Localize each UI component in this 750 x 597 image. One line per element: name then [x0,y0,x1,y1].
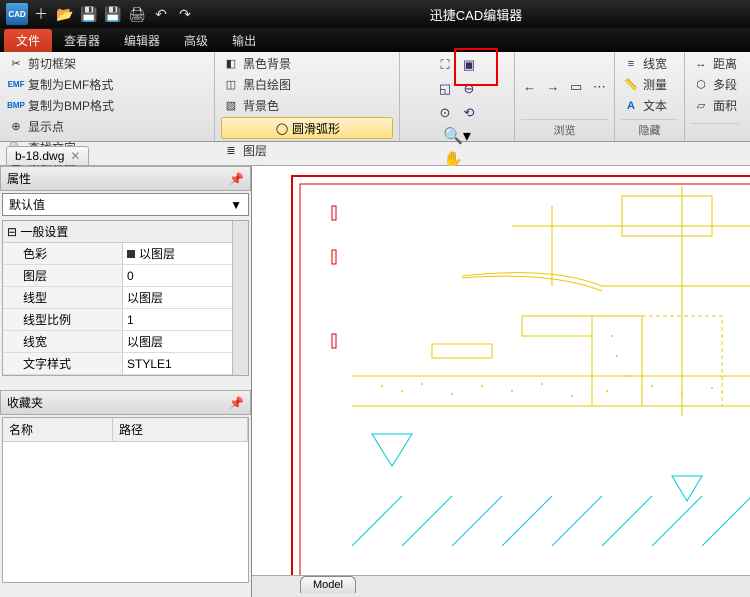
open-icon[interactable]: 📂 [54,3,76,25]
crop-frame-button[interactable]: ✂剪切框架 [6,54,208,73]
tab-viewer[interactable]: 查看器 [52,29,112,52]
poly-icon: ⬡ [693,77,709,93]
zoom-prev-icon[interactable]: ⟲ [458,102,480,124]
measure-icon: 📏 [623,77,639,93]
favorites-table: 名称 路径 [2,417,249,583]
chevron-down-icon: ▼ [230,198,242,212]
bgcolor-icon: ▧ [223,98,239,114]
text-button[interactable]: A文本 [621,96,678,115]
zoom-out-icon[interactable]: ⊖ [458,78,480,100]
emf-icon: EMF [8,77,24,93]
lw-icon: ≡ [623,56,639,72]
bmp-icon: BMP [8,98,24,114]
scrollbar[interactable] [232,221,248,375]
fav-col-name[interactable]: 名称 [3,418,113,441]
zoom-in-dropdown[interactable]: 🔍▾ [443,126,471,146]
zoom-fit-icon[interactable]: ⛶ [434,54,456,76]
point-icon: ⊕ [8,119,24,135]
prop-row: 线型以图层 [3,287,248,309]
zoom-window-icon[interactable]: ▣ [458,54,480,76]
copy-emf-button[interactable]: EMF复制为EMF格式 [6,75,208,94]
model-tab[interactable]: Model [300,576,356,593]
tab-advanced[interactable]: 高级 [172,29,220,52]
bw-draw-button[interactable]: ◫黑白绘图 [221,75,393,94]
document-name: b-18.dwg [15,149,64,163]
fav-col-path[interactable]: 路径 [113,418,248,441]
measure-button[interactable]: 📏测量 [621,75,678,94]
prop-row: 文字样式STYLE1 [3,353,248,375]
properties-table: ⊟ 一般设置 色彩以图层 图层0 线型以图层 线型比例1 线宽以图层 文字样式S… [2,220,249,376]
distance-button[interactable]: ↔距离 [691,54,739,73]
area-button[interactable]: ▱面积 [691,96,739,115]
default-dropdown[interactable]: 默认值 ▼ [2,193,249,216]
show-points-button[interactable]: ⊕显示点 [6,117,208,136]
color-swatch [127,250,135,258]
blackbg-icon: ◧ [223,56,239,72]
prop-row: 线宽以图层 [3,331,248,353]
nav-select-icon[interactable]: ▭ [568,76,585,98]
layers-icon: ≣ [223,143,239,159]
drawing-canvas[interactable] [252,166,750,597]
app-title: 迅捷CAD编辑器 [202,5,750,24]
text-icon: A [623,98,639,114]
zoom-realtime-icon[interactable]: ⊙ [434,102,456,124]
layers-button[interactable]: ≣图层 [221,141,393,160]
dist-icon: ↔ [693,56,709,72]
group-browse-label: 浏览 [521,119,608,141]
lineweight-button[interactable]: ≡线宽 [621,54,678,73]
prop-row: 色彩以图层 [3,243,248,265]
redo-icon[interactable]: ↷ [174,3,196,25]
ribbon-tabs: 文件 查看器 编辑器 高级 输出 [0,28,750,52]
nav-left-icon[interactable]: ← [521,76,538,98]
group-hide-label: 隐藏 [621,119,678,141]
pin-icon[interactable]: 📌 [229,396,244,410]
copy-bmp-button[interactable]: BMP复制为BMP格式 [6,96,208,115]
print-icon[interactable]: 🖨 [126,3,148,25]
prop-category[interactable]: ⊟ 一般设置 [3,221,248,243]
new-icon[interactable]: ＋ [30,3,52,25]
document-tab[interactable]: b-18.dwg ✕ [6,146,89,165]
close-doc-icon[interactable]: ✕ [70,149,80,163]
arc-icon: ◯ [274,120,290,136]
nav-right-icon[interactable]: → [544,76,561,98]
zoom-extents-icon[interactable]: ◱ [434,78,456,100]
undo-icon[interactable]: ↶ [150,3,172,25]
crop-icon: ✂ [8,56,24,72]
tab-file[interactable]: 文件 [4,29,52,52]
bw-icon: ◫ [223,77,239,93]
app-icon: CAD [6,3,28,25]
tab-output[interactable]: 输出 [220,29,268,52]
black-bg-button[interactable]: ◧黑色背景 [221,54,393,73]
area-icon: ▱ [693,98,709,114]
polyline-button[interactable]: ⬡多段 [691,75,739,94]
favorites-body [3,442,248,582]
tab-editor[interactable]: 编辑器 [112,29,172,52]
smooth-arc-button[interactable]: ◯圆滑弧形 [221,117,393,139]
nav-more-icon[interactable]: ⋯ [591,76,608,98]
prop-row: 线型比例1 [3,309,248,331]
saveas-icon[interactable]: 💾 [102,3,124,25]
prop-row: 图层0 [3,265,248,287]
properties-header: 属性 📌 [0,166,251,191]
favorites-header: 收藏夹 📌 [0,390,251,415]
pin-icon[interactable]: 📌 [229,172,244,186]
bg-color-button[interactable]: ▧背景色 [221,96,393,115]
save-icon[interactable]: 💾 [78,3,100,25]
